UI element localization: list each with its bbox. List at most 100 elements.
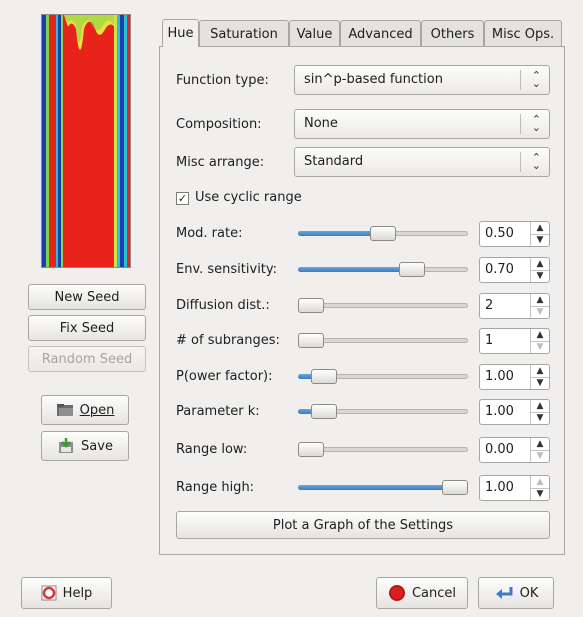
slider-handle[interactable] <box>298 442 324 457</box>
spin-down-icon[interactable]: ▼ <box>530 377 549 389</box>
tab-saturation[interactable]: Saturation <box>199 20 289 47</box>
spin-value: 2 <box>485 298 494 313</box>
misc-arrange-combo[interactable]: Standard ⌃ ⌄ <box>294 147 550 177</box>
plot-graph-label: Plot a Graph of the Settings <box>272 517 454 533</box>
checkmark-icon: ✓ <box>176 192 189 205</box>
tab-label: Saturation <box>210 26 278 42</box>
tab-label: Value <box>296 26 333 42</box>
spin-down-icon[interactable]: ▼ <box>530 234 549 246</box>
spin-value: 1.00 <box>485 369 514 384</box>
tab-label: Misc Ops. <box>491 26 555 42</box>
slider-handle[interactable] <box>311 369 337 384</box>
random-seed-button[interactable]: Random Seed <box>28 346 146 372</box>
slider-handle[interactable] <box>370 226 396 241</box>
save-icon <box>57 437 75 455</box>
new-seed-label: New Seed <box>54 289 120 305</box>
open-button[interactable]: Open <box>41 395 129 425</box>
tab-misc-ops[interactable]: Misc Ops. <box>484 20 562 47</box>
fix-seed-button[interactable]: Fix Seed <box>28 315 146 341</box>
tab-value[interactable]: Value <box>289 20 340 47</box>
tab-hue[interactable]: Hue <box>162 19 199 47</box>
plot-graph-button[interactable]: Plot a Graph of the Settings <box>176 511 550 539</box>
misc-arrange-value: Standard <box>304 154 364 169</box>
help-label: Help <box>62 585 93 601</box>
diffusion-dist-spinbutton[interactable]: 2 ▲ ▼ <box>479 293 550 319</box>
p-ower-factor-spinbutton[interactable]: 1.00 ▲ ▼ <box>479 364 550 390</box>
help-icon <box>41 585 57 601</box>
help-button[interactable]: Help <box>21 577 112 609</box>
spin-down-icon[interactable]: ▼ <box>530 488 549 500</box>
tab-label: Advanced <box>348 26 413 42</box>
mod-rate-spinbutton[interactable]: 0.50 ▲ ▼ <box>479 221 550 247</box>
ok-label: OK <box>519 585 539 601</box>
parameter-k-label: Parameter k: <box>176 404 260 419</box>
updown-arrows-icon: ⌃ ⌄ <box>531 151 541 172</box>
p-ower-factor-slider[interactable] <box>298 366 468 388</box>
spin-value: 1.00 <box>485 480 514 495</box>
slider-handle[interactable] <box>399 262 425 277</box>
spin-down-icon[interactable]: ▼ <box>530 270 549 282</box>
spin-value: 0.00 <box>485 442 514 457</box>
stop-icon <box>388 584 406 602</box>
ok-button[interactable]: OK <box>478 577 554 609</box>
env-sensitivity-slider[interactable] <box>298 259 468 281</box>
tab-others[interactable]: Others <box>421 20 484 47</box>
spin-value: 0.50 <box>485 226 514 241</box>
spin-value: 1 <box>485 333 494 348</box>
env-sensitivity-spinbutton[interactable]: 0.70 ▲ ▼ <box>479 257 550 283</box>
spin-value: 1.00 <box>485 404 514 419</box>
diffusion-dist-label: Diffusion dist.: <box>176 298 270 313</box>
cyclic-range-checkbox[interactable]: ✓ Use cyclic range <box>176 190 336 208</box>
random-seed-label: Random Seed <box>41 351 133 367</box>
mod-rate-label: Mod. rate: <box>176 226 243 241</box>
parameter-k-spinbutton[interactable]: 1.00 ▲ ▼ <box>479 399 550 425</box>
mod-rate-slider[interactable] <box>298 223 468 245</box>
function-type-label: Function type: <box>176 73 269 88</box>
spin-value: 0.70 <box>485 262 514 277</box>
of-subranges-slider[interactable] <box>298 330 468 352</box>
range-high-slider[interactable] <box>298 477 468 499</box>
range-low-spinbutton[interactable]: 0.00 ▲ ▼ <box>479 437 550 463</box>
p-ower-factor-label: P(ower factor): <box>176 369 273 384</box>
spin-down-icon[interactable]: ▼ <box>530 412 549 424</box>
open-label: Open <box>79 402 115 418</box>
spin-down-icon[interactable]: ▼ <box>530 450 549 462</box>
return-arrow-icon <box>494 585 514 601</box>
slider-handle[interactable] <box>311 404 337 419</box>
tab-advanced[interactable]: Advanced <box>340 20 421 47</box>
preview-pattern <box>42 15 130 267</box>
misc-arrange-label: Misc arrange: <box>176 155 265 170</box>
range-low-label: Range low: <box>176 442 248 457</box>
tab-label: Hue <box>167 26 194 41</box>
updown-arrows-icon: ⌃ ⌄ <box>531 69 541 90</box>
cyclic-range-label: Use cyclic range <box>195 190 302 205</box>
function-type-value: sin^p-based function <box>304 72 443 87</box>
slider-handle[interactable] <box>442 480 468 495</box>
cancel-button[interactable]: Cancel <box>376 577 468 609</box>
composition-label: Composition: <box>176 117 262 132</box>
spin-down-icon[interactable]: ▼ <box>530 341 549 353</box>
new-seed-button[interactable]: New Seed <box>28 284 146 310</box>
env-sensitivity-label: Env. sensitivity: <box>176 262 278 277</box>
folder-icon <box>56 403 74 417</box>
parameter-k-slider[interactable] <box>298 401 468 423</box>
of-subranges-label: # of subranges: <box>176 333 280 348</box>
function-type-combo[interactable]: sin^p-based function ⌃ ⌄ <box>294 65 550 95</box>
save-label: Save <box>81 438 113 454</box>
fix-seed-label: Fix Seed <box>59 320 115 336</box>
slider-handle[interactable] <box>298 333 324 348</box>
updown-arrows-icon: ⌃ ⌄ <box>531 113 541 134</box>
range-high-label: Range high: <box>176 480 255 495</box>
of-subranges-spinbutton[interactable]: 1 ▲ ▼ <box>479 328 550 354</box>
spin-down-icon[interactable]: ▼ <box>530 306 549 318</box>
cancel-label: Cancel <box>411 585 457 601</box>
save-button[interactable]: Save <box>41 431 129 461</box>
composition-value: None <box>304 116 338 131</box>
tab-label: Others <box>430 26 475 42</box>
range-high-spinbutton[interactable]: 1.00 ▲ ▼ <box>479 475 550 501</box>
composition-combo[interactable]: None ⌃ ⌄ <box>294 109 550 139</box>
range-low-slider[interactable] <box>298 439 468 461</box>
preview-image <box>41 14 131 268</box>
diffusion-dist-slider[interactable] <box>298 295 468 317</box>
slider-handle[interactable] <box>298 298 324 313</box>
